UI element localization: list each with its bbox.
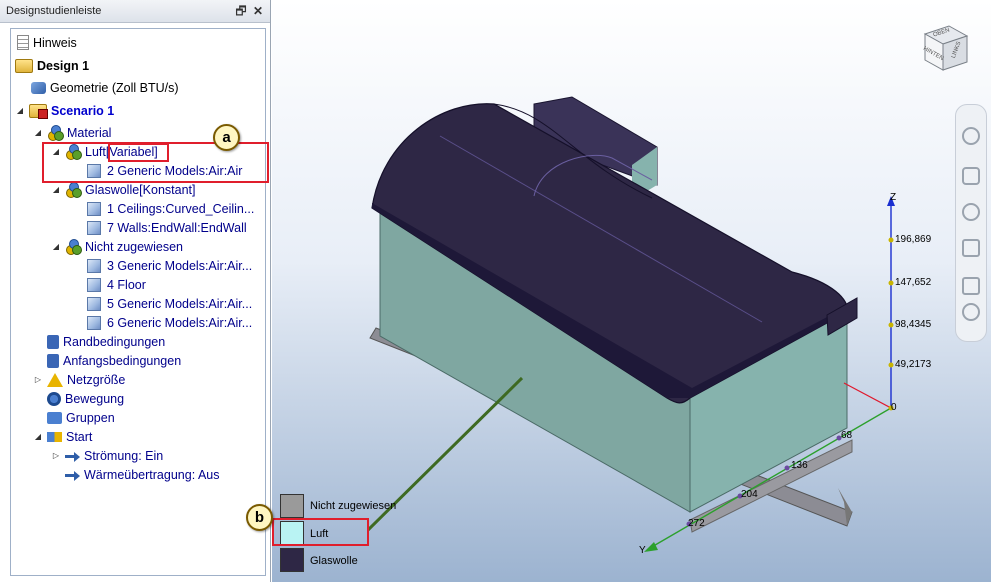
ground-tick: 68	[841, 430, 853, 441]
collapse-icon[interactable]: ◢	[51, 242, 61, 251]
ground-tick: 272	[688, 518, 705, 529]
design-folder-icon	[15, 58, 33, 73]
tree-item-walls[interactable]: 7 Walls:EndWall:EndWall	[87, 218, 247, 237]
y-axis-label: Y	[639, 545, 646, 556]
note-icon	[17, 35, 29, 50]
design-study-bar: Designstudienleiste 🗗 ✕ Hinweis Design 1…	[0, 0, 271, 582]
part-icon	[87, 315, 101, 330]
mesh-icon	[47, 372, 63, 387]
view-cube[interactable]: OBEN HINTEN LINKS	[915, 20, 975, 80]
tree-item-netzgroesse[interactable]: ▷ Netzgröße	[33, 370, 125, 389]
zoom-icon[interactable]	[962, 203, 980, 221]
tree-item-ceilings[interactable]: 1 Ceilings:Curved_Ceilin...	[87, 199, 254, 218]
part-icon	[87, 258, 101, 273]
tree-item-scenario[interactable]: ◢ Scenario 1	[15, 101, 114, 120]
legend-label: Glaswolle	[310, 555, 358, 567]
model-viewport[interactable]: Z 196,869 147,652 98,4345 49,2173 0 68 1…	[272, 0, 991, 582]
model-canvas	[366, 96, 895, 552]
tree-item-stroemung[interactable]: ▷ Strömung: Ein	[51, 446, 163, 465]
legend-swatch-glaswolle	[280, 548, 304, 572]
z-tick: 0	[891, 402, 897, 413]
heat-arrow-icon	[65, 470, 80, 481]
tree-item-generic5[interactable]: 5 Generic Models:Air:Air...	[87, 294, 252, 313]
tree-item-gruppen[interactable]: Gruppen	[47, 408, 115, 427]
z-tick: 196,869	[895, 234, 932, 245]
pan-icon[interactable]	[962, 167, 980, 185]
collapse-icon[interactable]: ◢	[51, 185, 61, 194]
part-icon	[87, 220, 101, 235]
tree-item-bewegung[interactable]: Bewegung	[47, 389, 124, 408]
tree-item-randbedingungen[interactable]: Randbedingungen	[47, 332, 165, 351]
part-icon	[87, 201, 101, 216]
tree-item-geometrie[interactable]: Geometrie (Zoll BTU/s)	[31, 78, 179, 97]
z-tick: 49,2173	[895, 359, 932, 370]
material-icon	[65, 181, 82, 198]
motion-icon	[47, 391, 61, 406]
callout-a: a	[213, 124, 240, 151]
expand-icon[interactable]: ▷	[51, 451, 61, 460]
collapse-icon[interactable]: ◢	[33, 432, 43, 441]
ground-tick: 136	[791, 460, 808, 471]
initial-condition-icon	[47, 353, 59, 368]
legend-label: Nicht zugewiesen	[310, 500, 397, 512]
tree-item-waermeuebertragung[interactable]: Wärmeübertragung: Aus	[65, 465, 220, 484]
collapse-icon[interactable]: ◢	[15, 106, 25, 115]
tree-item-floor[interactable]: 4 Floor	[87, 275, 146, 294]
part-icon	[87, 296, 101, 311]
z-tick: 147,652	[895, 277, 932, 288]
tree-item-generic6[interactable]: 6 Generic Models:Air:Air...	[87, 313, 252, 332]
panel-title: Designstudienleiste	[6, 5, 102, 17]
ground-tick: 204	[741, 489, 758, 500]
geometry-icon	[31, 81, 46, 94]
collapse-icon[interactable]: ◢	[33, 128, 43, 137]
show-motion-icon[interactable]	[962, 303, 980, 321]
tree-item-hinweis[interactable]: Hinweis	[17, 33, 77, 52]
tree-item-generic3[interactable]: 3 Generic Models:Air:Air...	[87, 256, 252, 275]
tree-item-design[interactable]: Design 1	[15, 56, 89, 75]
tree-item-start[interactable]: ◢ Start	[33, 427, 92, 446]
callout-b-marker: b	[246, 504, 273, 531]
z-tick: 98,4345	[895, 319, 932, 330]
close-icon[interactable]: ✕	[251, 4, 265, 18]
design-tree: Hinweis Design 1 Geometrie (Zoll BTU/s) …	[10, 28, 266, 576]
steering-wheel-icon[interactable]	[962, 127, 980, 145]
boundary-icon	[47, 334, 59, 349]
panel-title-bar: Designstudienleiste 🗗 ✕	[0, 0, 270, 23]
legend-swatch-nicht-zugewiesen	[280, 494, 304, 518]
restore-icon[interactable]: 🗗	[234, 4, 248, 18]
material-icon	[47, 124, 64, 141]
tree-item-nicht-zugewiesen[interactable]: ◢ Nicht zugewiesen	[51, 237, 183, 256]
look-icon[interactable]	[962, 277, 980, 295]
z-axis-label: Z	[890, 192, 897, 203]
scenario-icon	[29, 103, 48, 119]
flow-arrow-icon	[65, 451, 80, 462]
part-icon	[87, 277, 101, 292]
highlight-box-luft-legend	[272, 518, 369, 546]
orbit-icon[interactable]	[962, 239, 980, 257]
tree-item-material[interactable]: ◢ Material	[33, 123, 111, 142]
navigation-bar	[955, 104, 987, 342]
expand-icon[interactable]: ▷	[33, 375, 43, 384]
material-icon	[65, 238, 82, 255]
tree-item-anfangsbedingungen[interactable]: Anfangsbedingungen	[47, 351, 181, 370]
groups-icon	[47, 411, 62, 424]
solve-icon	[47, 431, 62, 442]
highlight-box-variabel	[108, 143, 169, 162]
